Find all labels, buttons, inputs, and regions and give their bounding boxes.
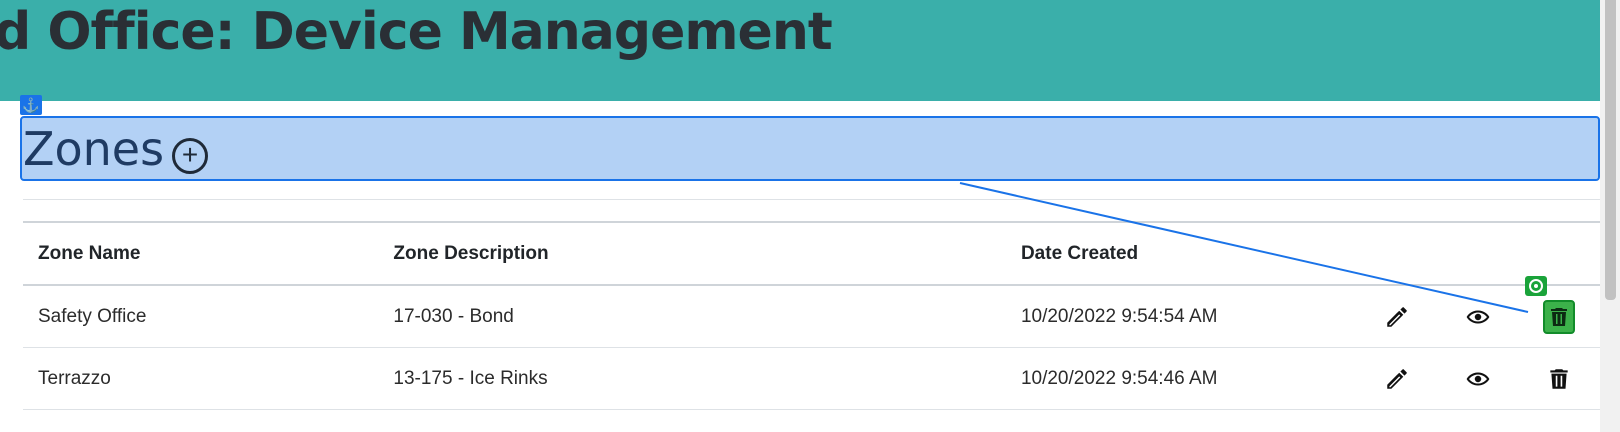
date-created-cell: 10/20/2022 9:54:54 AM xyxy=(1005,285,1357,348)
column-header-zone-name: Zone Name xyxy=(23,224,379,286)
add-zone-button[interactable]: + xyxy=(172,138,208,174)
zones-section-header: Zones + xyxy=(20,116,1600,181)
table-row: Safety Office 17-030 - Bond 10/20/2022 9… xyxy=(23,285,1600,348)
section-title: Zones xyxy=(23,122,165,176)
pencil-icon[interactable] xyxy=(1384,304,1410,330)
trash-icon[interactable] xyxy=(1546,366,1572,392)
eye-icon[interactable] xyxy=(1465,366,1491,392)
date-created-cell: 10/20/2022 9:54:46 AM xyxy=(1005,347,1357,410)
plus-circle-icon: + xyxy=(181,139,199,170)
table-row: Terrazzo 13-175 - Ice Rinks 10/20/2022 9… xyxy=(23,347,1600,410)
pencil-icon[interactable] xyxy=(1384,366,1410,392)
divider xyxy=(23,199,1600,200)
anchor-icon: ⚓ xyxy=(20,95,42,115)
eye-icon[interactable] xyxy=(1465,304,1491,330)
zone-name-cell: Terrazzo xyxy=(23,347,379,410)
trash-icon xyxy=(1551,307,1568,326)
column-header-date-created: Date Created xyxy=(1005,224,1357,286)
page-title: d Office: Device Management xyxy=(0,2,833,62)
zone-name-cell: Safety Office xyxy=(23,285,379,348)
scrollbar-thumb[interactable] xyxy=(1605,0,1616,300)
column-header-edit xyxy=(1356,224,1438,286)
column-header-zone-description: Zone Description xyxy=(378,224,1006,286)
page-header: d Office: Device Management xyxy=(0,0,1600,101)
zone-description-cell: 13-175 - Ice Rinks xyxy=(378,347,1006,410)
divider xyxy=(23,221,1600,223)
delete-button-highlighted[interactable] xyxy=(1543,299,1576,334)
target-icon xyxy=(1525,276,1547,296)
column-header-view xyxy=(1437,224,1519,286)
table-header-row: Zone Name Zone Description Date Created xyxy=(23,224,1600,286)
zone-description-cell: 17-030 - Bond xyxy=(378,285,1006,348)
zones-table: Zone Name Zone Description Date Created … xyxy=(23,224,1600,410)
